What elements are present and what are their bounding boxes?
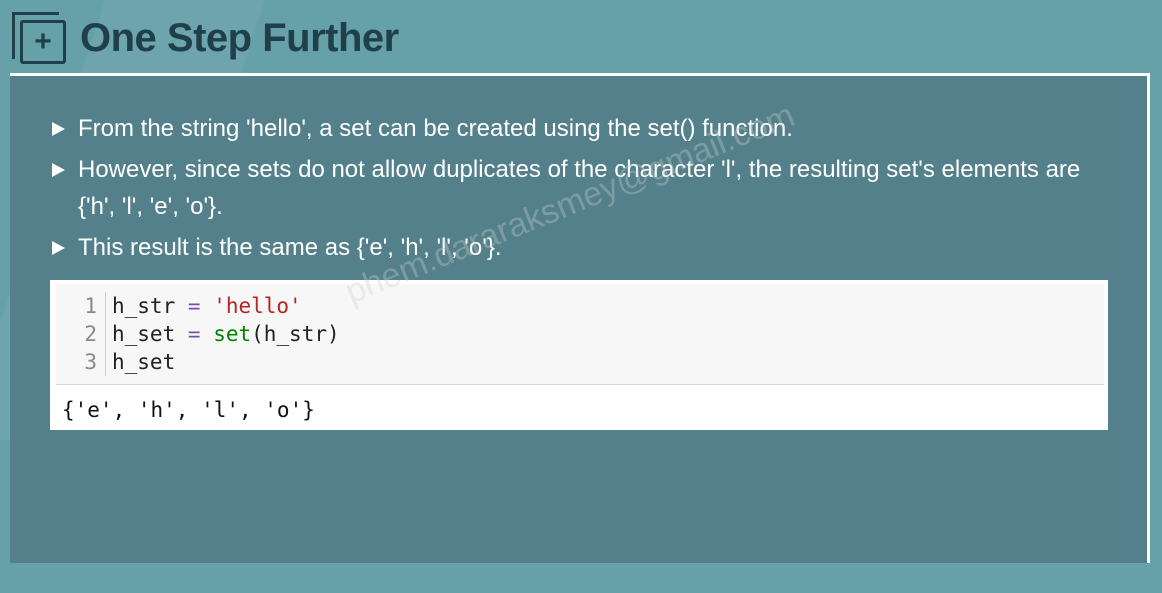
slide-header: + One Step Further xyxy=(10,8,399,68)
bullet-item: This result is the same as {'e', 'h', 'l… xyxy=(50,229,1110,266)
code-line: 1 h_str = 'hello' xyxy=(56,292,302,320)
code-string: 'hello' xyxy=(213,294,302,318)
code-variable: h_set xyxy=(112,322,176,346)
bullet-item: However, since sets do not allow duplica… xyxy=(50,151,1110,225)
code-cell: 1 h_str = 'hello' 2 h_set = set(h_str) 3… xyxy=(50,280,1108,430)
code-text: h_str = 'hello' xyxy=(106,292,302,320)
code-operator: = xyxy=(187,322,201,346)
triangle-bullet-icon xyxy=(52,241,65,255)
code-builtin: set xyxy=(213,322,252,346)
code-text: h_set xyxy=(106,348,175,376)
code-variable: h_str xyxy=(112,294,176,318)
bullet-item: From the string 'hello', a set can be cr… xyxy=(50,110,1110,147)
code-text: h_set = set(h_str) xyxy=(106,320,340,348)
code-line: 2 h_set = set(h_str) xyxy=(56,320,340,348)
slide-title: One Step Further xyxy=(80,15,399,60)
bullet-list: From the string 'hello', a set can be cr… xyxy=(50,110,1110,270)
bullet-text: From the string 'hello', a set can be cr… xyxy=(78,115,793,142)
code-args: (h_str) xyxy=(251,322,340,346)
content-panel: From the string 'hello', a set can be cr… xyxy=(10,73,1150,563)
code-input-area[interactable]: 1 h_str = 'hello' 2 h_set = set(h_str) 3… xyxy=(56,284,1104,385)
code-operator: = xyxy=(187,294,201,318)
plus-square-front: + xyxy=(20,20,66,64)
bullet-text: However, since sets do not allow duplica… xyxy=(78,156,1081,220)
bullet-text: This result is the same as {'e', 'h', 'l… xyxy=(78,234,502,261)
triangle-bullet-icon xyxy=(52,163,65,177)
code-line: 3 h_set xyxy=(56,348,175,376)
line-number: 2 xyxy=(56,320,106,348)
code-output: {'e', 'h', 'l', 'o'} xyxy=(62,398,315,422)
line-number: 1 xyxy=(56,292,106,320)
plus-square-icon: + xyxy=(10,10,68,66)
code-variable: h_set xyxy=(112,350,176,374)
triangle-bullet-icon xyxy=(52,122,65,136)
line-number: 3 xyxy=(56,348,106,376)
